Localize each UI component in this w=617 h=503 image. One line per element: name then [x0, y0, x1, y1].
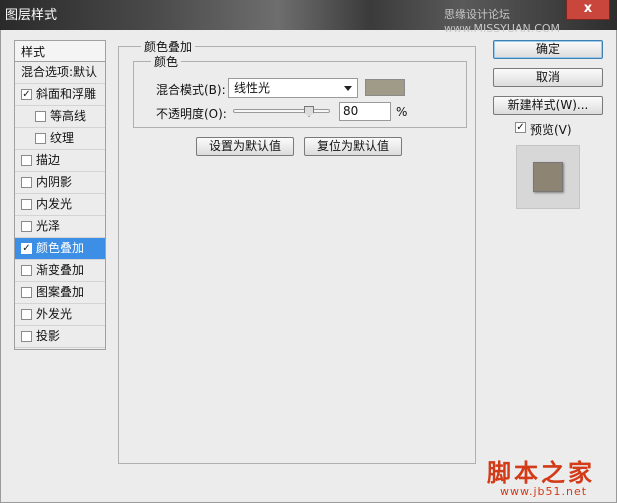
style-list-label: 图案叠加 [36, 285, 85, 299]
ok-button[interactable]: 确定 [493, 40, 603, 59]
style-list-label: 斜面和浮雕 [36, 87, 97, 101]
color-group-title: 颜色 [151, 53, 182, 70]
style-checkbox[interactable]: ✓ [21, 89, 32, 100]
style-checkbox[interactable] [21, 155, 32, 166]
style-checkbox[interactable] [21, 199, 32, 210]
style-list-item[interactable]: 图案叠加 [15, 282, 105, 304]
style-list-item[interactable]: 内阴影 [15, 172, 105, 194]
style-list-label: 渐变叠加 [36, 263, 85, 277]
style-list-item[interactable]: ✓ 斜面和浮雕 [15, 84, 105, 106]
style-checkbox[interactable] [21, 265, 32, 276]
style-checkbox[interactable] [21, 221, 32, 232]
preview-label: 预览(V) [530, 123, 572, 137]
style-checkbox[interactable] [35, 133, 46, 144]
opacity-unit: % [396, 105, 408, 119]
style-list-label: 投影 [36, 329, 61, 343]
style-list-item[interactable]: 内发光 [15, 194, 105, 216]
set-default-button[interactable]: 设置为默认值 [196, 137, 294, 156]
style-list-item[interactable]: 等高线 [15, 106, 105, 128]
window-title: 图层样式 [5, 8, 58, 23]
style-list-item[interactable]: ✓ 颜色叠加 [15, 238, 105, 260]
title-bar: 图层样式 思缘设计论坛 www.MISSYUAN.COM x [0, 0, 617, 35]
overlay-color-swatch[interactable] [365, 79, 405, 96]
style-checkbox[interactable] [21, 309, 32, 320]
site-url: www.jb51.net [500, 485, 588, 498]
site-logo: 脚本之家 [487, 458, 595, 487]
style-list-label: 等高线 [50, 109, 87, 123]
opacity-label: 不透明度(O): [156, 107, 227, 121]
style-list-item[interactable]: 描边 [15, 150, 105, 172]
style-list-label: 光泽 [36, 219, 61, 233]
chevron-down-icon [344, 86, 352, 91]
style-list-label: 混合选项:默认 [21, 65, 98, 79]
new-style-button[interactable]: 新建样式(W)... [493, 96, 603, 115]
style-checkbox[interactable] [21, 177, 32, 188]
style-list-label: 描边 [36, 153, 61, 167]
style-list-label: 纹理 [50, 131, 75, 145]
blend-mode-label: 混合模式(B): [156, 83, 226, 97]
style-list-item[interactable]: 光泽 [15, 216, 105, 238]
style-checkbox[interactable] [35, 111, 46, 122]
style-list-item[interactable]: 外发光 [15, 304, 105, 326]
style-checkbox[interactable] [21, 287, 32, 298]
blend-mode-value: 线性光 [234, 81, 271, 95]
reset-default-button[interactable]: 复位为默认值 [304, 137, 402, 156]
opacity-input[interactable]: 80 [339, 102, 391, 121]
preview-swatch [533, 162, 563, 192]
preview-checkbox[interactable]: ✓ [515, 122, 526, 133]
style-list-item[interactable]: 投影 [15, 326, 105, 348]
style-list-label: 颜色叠加 [36, 241, 85, 255]
style-list-item[interactable]: 混合选项:默认 [15, 62, 105, 84]
style-list-item[interactable]: 纹理 [15, 128, 105, 150]
style-list-label: 外发光 [36, 307, 73, 321]
cancel-button[interactable]: 取消 [493, 68, 603, 87]
opacity-slider-track[interactable] [233, 109, 330, 113]
style-list-label: 内阴影 [36, 175, 73, 189]
blend-mode-select[interactable]: 线性光 [228, 78, 358, 98]
style-checkbox[interactable]: ✓ [21, 243, 32, 254]
close-button[interactable]: x [566, 0, 610, 20]
style-list: 混合选项:默认 ✓ 斜面和浮雕等高线纹理描边内阴影内发光光泽 ✓ 颜色叠加渐变叠加图案叠… [14, 62, 106, 350]
style-list-label: 内发光 [36, 197, 73, 211]
styles-header[interactable]: 样式 [14, 40, 106, 62]
style-checkbox[interactable] [21, 331, 32, 342]
style-list-item[interactable]: 渐变叠加 [15, 260, 105, 282]
